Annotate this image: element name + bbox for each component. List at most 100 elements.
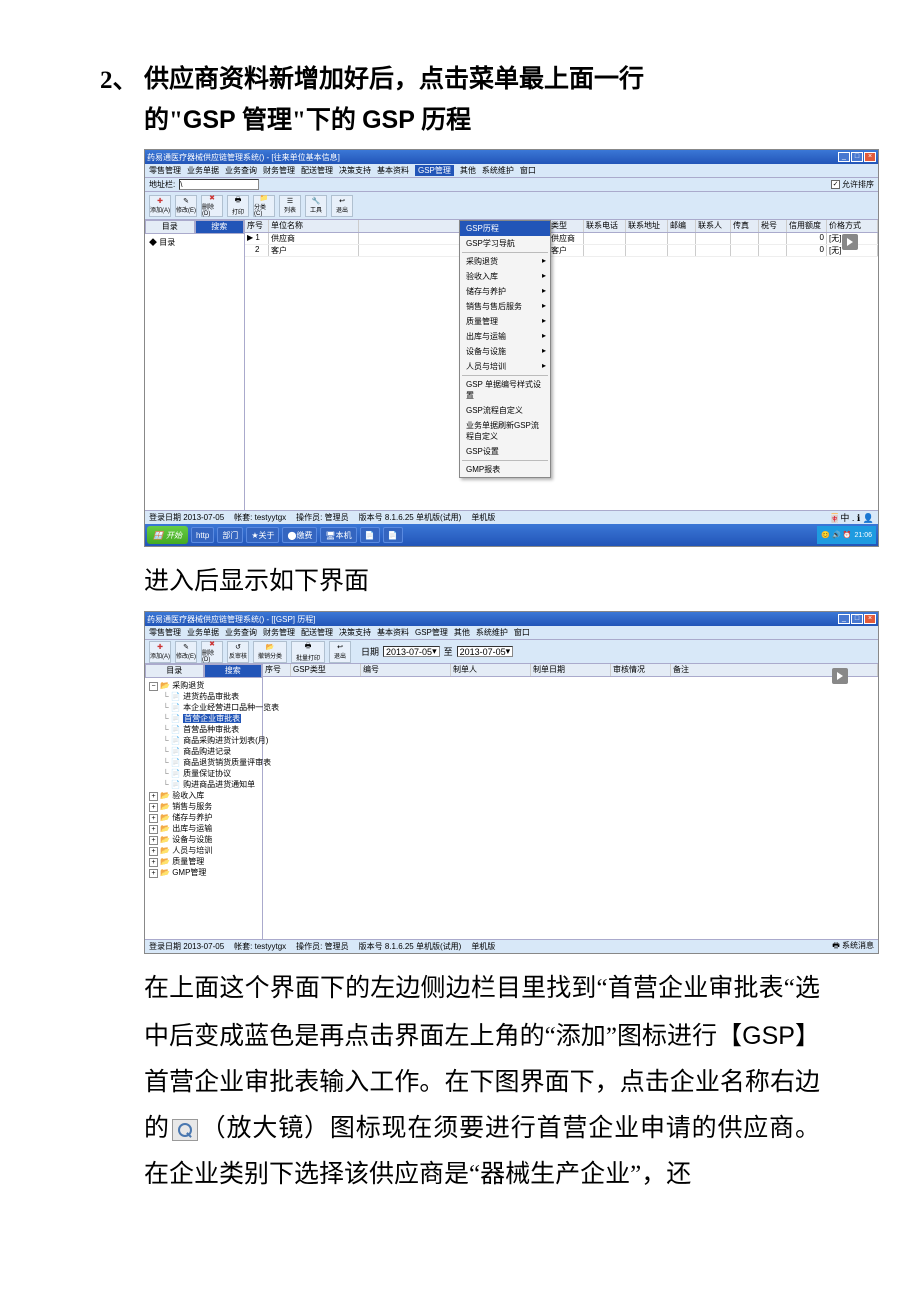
tree-root[interactable]: ◆ 目录 — [147, 236, 242, 249]
tree-node[interactable]: └ 📄 商品购进记录 — [163, 746, 260, 757]
menu-item[interactable]: 配送管理 — [301, 165, 333, 176]
task-item[interactable]: http — [191, 527, 214, 543]
menu-item[interactable]: 业务查询 — [225, 627, 257, 638]
close-button[interactable]: × — [864, 614, 876, 624]
tree-node[interactable]: +📂 设备与设施 — [149, 834, 260, 845]
menu-item[interactable]: 业务单据 — [187, 627, 219, 638]
tab-search[interactable]: 搜索 — [195, 220, 245, 234]
unclassify-button[interactable]: 📂撤销分类 — [253, 641, 287, 663]
menu-item[interactable]: 财务管理 — [263, 627, 295, 638]
sysmsg[interactable]: 🖶 系统消息 — [832, 940, 874, 954]
date-from[interactable]: 2013-07-05 ▾ — [383, 646, 440, 657]
tab-dir[interactable]: 目录 — [145, 664, 204, 678]
dropdown-item[interactable]: 出库与运输▸ — [460, 329, 550, 344]
tree-node[interactable]: +📂 验收入库 — [149, 790, 260, 801]
dropdown-item[interactable]: 质量管理▸ — [460, 314, 550, 329]
table-row[interactable]: 2 客户 客户 0 [无] — [245, 245, 878, 257]
menu-item[interactable]: 业务查询 — [225, 165, 257, 176]
tree-node[interactable]: └ 📄 商品采购进货计划表(月) — [163, 735, 260, 746]
delete-button[interactable]: ✖删除(D) — [201, 195, 223, 217]
max-button[interactable]: □ — [851, 614, 863, 624]
menu-item[interactable]: 窗口 — [514, 627, 530, 638]
batchprint-button[interactable]: 🖶批量打印 — [291, 641, 325, 663]
dropdown-item[interactable]: 设备与设施▸ — [460, 344, 550, 359]
list-button[interactable]: ☰列表 — [279, 195, 301, 217]
tree-node[interactable]: └ 📄 质量保证协议 — [163, 768, 260, 779]
task-item[interactable]: ★ 关于 — [246, 527, 279, 543]
tab-dir[interactable]: 目录 — [145, 220, 195, 234]
menu-item[interactable]: 财务管理 — [263, 165, 295, 176]
titlebar-1: 药易通医疗器械供应链管理系统() - [往来单位基本信息] _ □ × — [145, 150, 878, 164]
tree-node[interactable]: └ 📄 本企业经营进口品种一览表 — [163, 702, 260, 713]
menu-item[interactable]: 基本资料 — [377, 165, 409, 176]
tb-lbl: 列表 — [284, 205, 296, 214]
task-item[interactable]: 📄 — [383, 527, 403, 543]
addressbar: 地址栏: \ ✓ 允许排序 — [145, 178, 878, 192]
dropdown-item[interactable]: 储存与养护▸ — [460, 284, 550, 299]
task-item[interactable]: 📄 — [360, 527, 380, 543]
dropdown-item[interactable]: GSP学习导航 — [460, 236, 550, 251]
table-row[interactable]: ▶ 1 供应商 供应商 0 [无] — [245, 233, 878, 245]
addr-input[interactable]: \ — [179, 179, 259, 190]
menu-item[interactable]: 零售管理 — [149, 627, 181, 638]
dropdown-item[interactable]: 人员与培训▸ — [460, 359, 550, 374]
tree-node[interactable]: +📂 人员与培训 — [149, 845, 260, 856]
task-item[interactable]: 🖥 本机 — [320, 527, 356, 543]
exit-button[interactable]: ↩退出 — [331, 195, 353, 217]
tab-search[interactable]: 搜索 — [204, 664, 263, 678]
tree-node[interactable]: └ 📄 首营企业审批表 — [163, 713, 260, 724]
print-button[interactable]: 🖶打印 — [227, 195, 249, 217]
menu-item[interactable]: 基本资料 — [377, 627, 409, 638]
menu-item-gsp[interactable]: GSP管理 — [415, 165, 454, 176]
dropdown-item[interactable]: 销售与售后服务▸ — [460, 299, 550, 314]
edit-button[interactable]: ✎修改(E) — [175, 641, 197, 663]
dropdown-item[interactable]: GMP报表 — [460, 462, 550, 477]
tree-node[interactable]: −📂 采购退货 — [149, 680, 260, 691]
menu-item[interactable]: 窗口 — [520, 165, 536, 176]
task-item[interactable]: 部门 — [217, 527, 243, 543]
tree-node[interactable]: +📂 储存与养护 — [149, 812, 260, 823]
dropdown-item[interactable]: 验收入库▸ — [460, 269, 550, 284]
min-button[interactable]: _ — [838, 614, 850, 624]
edit-button[interactable]: ✎修改(E) — [175, 195, 197, 217]
tree-node[interactable]: +📂 销售与服务 — [149, 801, 260, 812]
tree-node[interactable]: └ 📄 商品退货销货质量评审表 — [163, 757, 260, 768]
menu-item[interactable]: 其他 — [460, 165, 476, 176]
tree-node[interactable]: +📂 质量管理 — [149, 856, 260, 867]
tree-node[interactable]: └ 📄 进货药品审批表 — [163, 691, 260, 702]
menu-item[interactable]: 配送管理 — [301, 627, 333, 638]
tool-button[interactable]: 🔧工具 — [305, 195, 327, 217]
tree-node[interactable]: +📂 GMP管理 — [149, 867, 260, 878]
task-item[interactable]: ⬤ 缴费 — [282, 527, 317, 543]
dropdown-item[interactable]: 采购退货▸ — [460, 254, 550, 269]
tree-node[interactable]: +📂 出库与运输 — [149, 823, 260, 834]
menu-item[interactable]: 业务单据 — [187, 165, 219, 176]
menu-item[interactable]: 系统维护 — [476, 627, 508, 638]
unaudit-button[interactable]: ↺反审核 — [227, 641, 249, 663]
min-button[interactable]: _ — [838, 152, 850, 162]
exit-button[interactable]: ↩退出 — [329, 641, 351, 663]
max-button[interactable]: □ — [851, 152, 863, 162]
tree-node[interactable]: └ 📄 首营品种审批表 — [163, 724, 260, 735]
dropdown-item[interactable]: GSP 单据编号样式设置 — [460, 377, 550, 403]
close-button[interactable]: × — [864, 152, 876, 162]
add-button[interactable]: ✚添加(A) — [149, 195, 171, 217]
sort-check[interactable]: ✓ 允许排序 — [831, 179, 874, 190]
dropdown-item[interactable]: 业务单据刷新GSP流程自定义 — [460, 418, 550, 444]
menu-item[interactable]: 系统维护 — [482, 165, 514, 176]
classify-button[interactable]: 📁分类(C) — [253, 195, 275, 217]
add-button[interactable]: ✚添加(A) — [149, 641, 171, 663]
menu-item[interactable]: 决策支持 — [339, 165, 371, 176]
delete-button[interactable]: ✖删除(D) — [201, 641, 223, 663]
menu-item[interactable]: 其他 — [454, 627, 470, 638]
menu-item[interactable]: 零售管理 — [149, 165, 181, 176]
dropdown-item[interactable]: GSP设置 — [460, 444, 550, 459]
tree-node[interactable]: └ 📄 购进商品进货通知单 — [163, 779, 260, 790]
date-to[interactable]: 2013-07-05 ▾ — [457, 646, 514, 657]
dropdown-item[interactable]: GSP历程 — [460, 221, 550, 236]
status-oper: 操作员: 管理员 — [296, 512, 348, 523]
menu-item[interactable]: GSP管理 — [415, 627, 448, 638]
menu-item[interactable]: 决策支持 — [339, 627, 371, 638]
dropdown-item[interactable]: GSP流程自定义 — [460, 403, 550, 418]
start-button[interactable]: 🪟 开始 — [147, 526, 188, 544]
